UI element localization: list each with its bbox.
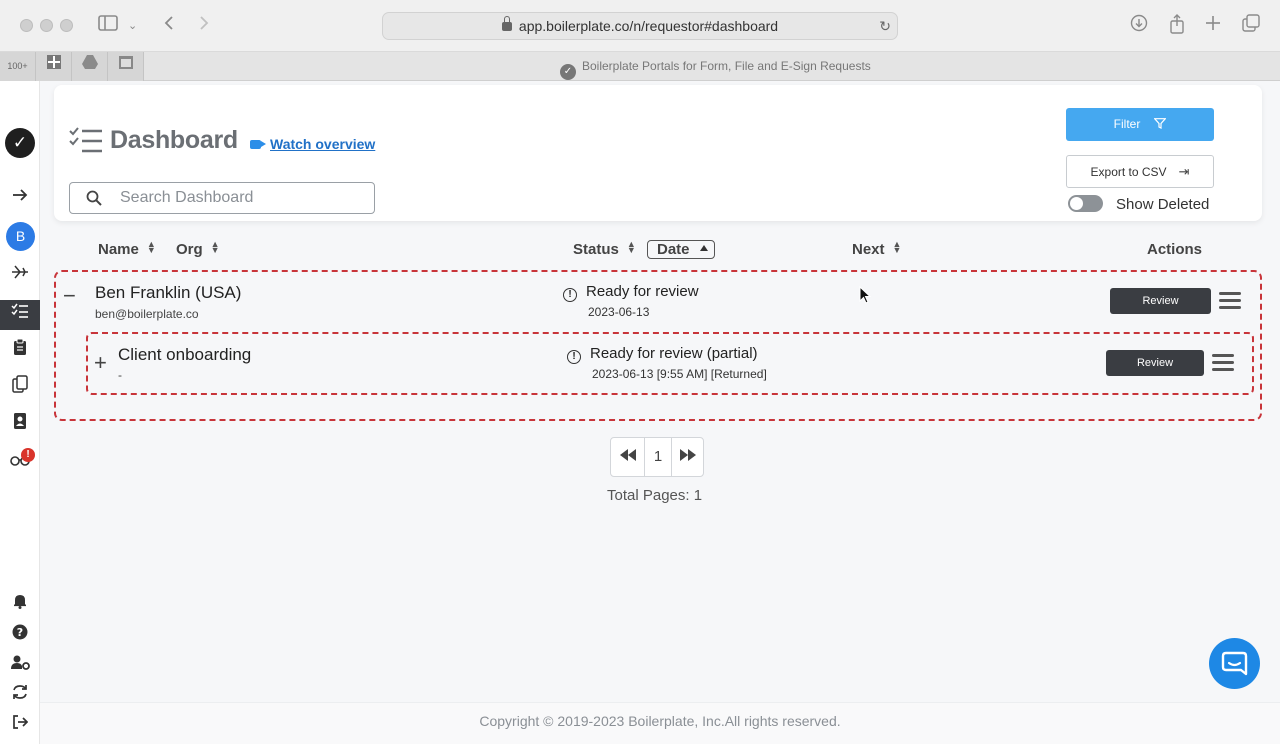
first-page-button[interactable] xyxy=(611,438,644,476)
sort-icon: ▲ ▼ xyxy=(210,239,220,255)
clipboard-icon[interactable] xyxy=(5,338,35,364)
row-menu-hamburger-icon[interactable] xyxy=(1219,292,1241,310)
mouse-cursor-icon xyxy=(859,286,871,304)
page-footer: Copyright © 2019-2023 Boilerplate, Inc.A… xyxy=(40,702,1280,744)
drive-icon xyxy=(81,55,98,69)
tab-overview-icon[interactable] xyxy=(1242,14,1260,39)
checklist-icon xyxy=(69,127,102,153)
lock-icon xyxy=(501,16,512,31)
row-date: 2023-06-13 [9:55 AM] [Returned] xyxy=(592,367,767,381)
grid-app-icon xyxy=(46,55,61,69)
export-csv-button[interactable]: Export to CSV ⇥ xyxy=(1066,155,1214,188)
avatar[interactable]: B xyxy=(6,222,35,251)
dashboard-header-card: Dashboard Watch overview Filter Export t… xyxy=(54,85,1262,221)
double-right-icon xyxy=(680,449,696,461)
review-button[interactable]: Review xyxy=(1106,350,1204,376)
search-input[interactable] xyxy=(120,183,365,213)
column-header-date[interactable]: Date xyxy=(647,240,715,259)
pagination: 1 xyxy=(610,437,704,477)
funnel-icon xyxy=(1154,118,1167,129)
column-header-name[interactable]: Name ▲ ▼ xyxy=(98,239,156,259)
zoom-window-button[interactable] xyxy=(60,19,73,32)
show-deleted-label: Show Deleted xyxy=(1116,196,1210,213)
info-circle-icon: ! xyxy=(567,350,581,364)
export-file-icon: ⇥ xyxy=(1178,164,1190,179)
pinned-tab-1[interactable]: 100+ xyxy=(0,52,36,81)
column-header-status[interactable]: Status ▲ ▼ xyxy=(573,239,636,259)
copyright-text: Copyright © 2019-2023 Boilerplate, Inc.A… xyxy=(479,713,841,729)
sort-icon: ▲ ▼ xyxy=(626,239,636,255)
logout-icon[interactable] xyxy=(5,713,35,739)
share-icon[interactable] xyxy=(1169,14,1185,41)
copy-files-icon[interactable] xyxy=(5,375,35,401)
sort-icon: ▲ ▼ xyxy=(146,239,156,255)
airplane-icon[interactable] xyxy=(5,263,35,289)
pinned-tab-3[interactable] xyxy=(72,52,108,81)
column-header-next[interactable]: Next ▲ ▼ xyxy=(852,239,902,259)
boilerplate-check-icon: ✓ xyxy=(560,64,576,80)
row-menu-hamburger-icon[interactable] xyxy=(1212,354,1234,372)
download-icon[interactable] xyxy=(1130,14,1148,39)
pinned-tab-4[interactable] xyxy=(108,52,144,81)
page-title: Dashboard xyxy=(110,126,238,154)
reload-icon[interactable]: ↻ xyxy=(879,13,891,39)
contact-book-icon[interactable] xyxy=(5,412,35,438)
notification-badge: ! xyxy=(21,448,35,462)
new-tab-icon[interactable] xyxy=(1205,14,1221,38)
show-deleted-toggle[interactable] xyxy=(1068,195,1103,212)
back-arrow-icon[interactable] xyxy=(163,14,175,38)
minimize-window-button[interactable] xyxy=(40,19,53,32)
collapse-row-button[interactable]: − xyxy=(63,283,76,309)
filter-button[interactable]: Filter xyxy=(1066,108,1214,141)
total-pages-text: Total Pages: 1 xyxy=(607,487,703,504)
review-button[interactable]: Review xyxy=(1110,288,1211,314)
sidebar-toggle-icon[interactable] xyxy=(98,14,118,38)
browser-window: ⌄ app.boilerplate.co/n/requestor#dashboa… xyxy=(0,0,1280,744)
column-header-actions: Actions xyxy=(1147,241,1203,258)
app-left-nav: ✓ B ! ? xyxy=(0,81,40,744)
row-name: Client onboarding xyxy=(118,345,252,364)
bell-icon[interactable] xyxy=(5,592,35,618)
row-status: ! Ready for review xyxy=(563,283,699,302)
current-page[interactable]: 1 xyxy=(645,438,671,476)
url-text: app.boilerplate.co/n/requestor#dashboard xyxy=(518,18,779,34)
svg-text:?: ? xyxy=(17,626,23,639)
chat-support-button[interactable] xyxy=(1209,638,1260,689)
chat-bubble-icon xyxy=(1221,651,1248,676)
arrow-right-icon[interactable] xyxy=(5,185,35,211)
row-org: - xyxy=(118,368,122,382)
active-tab-title[interactable]: ✓ Boilerplate Portals for Form, File and … xyxy=(560,59,871,80)
watch-overview-link[interactable]: Watch overview xyxy=(250,136,375,152)
video-camera-icon xyxy=(250,140,266,149)
address-bar[interactable]: app.boilerplate.co/n/requestor#dashboard… xyxy=(382,12,898,40)
row-status: ! Ready for review (partial) xyxy=(567,345,758,364)
user-settings-icon[interactable] xyxy=(5,653,35,679)
close-window-button[interactable] xyxy=(20,19,33,32)
nav-dashboard-item[interactable] xyxy=(0,300,40,330)
column-header-org[interactable]: Org ▲ ▼ xyxy=(176,239,220,259)
double-left-icon xyxy=(619,449,636,461)
calendar-icon xyxy=(118,56,133,69)
help-icon[interactable]: ? xyxy=(5,623,35,649)
search-box xyxy=(69,182,375,214)
boilerplate-logo-icon[interactable]: ✓ xyxy=(5,128,35,158)
expand-row-button[interactable]: + xyxy=(94,350,107,376)
row-name: Ben Franklin (USA) xyxy=(95,283,242,302)
search-icon xyxy=(86,190,102,206)
row-email: ben@boilerplate.co xyxy=(95,307,199,321)
last-page-button[interactable] xyxy=(672,438,704,476)
browser-tabbar: 100+ ✓ Boilerplate Portals for Form, File… xyxy=(0,52,1280,81)
browser-titlebar: ⌄ app.boilerplate.co/n/requestor#dashboa… xyxy=(0,0,1280,52)
checklist-icon xyxy=(11,303,28,318)
sort-icon: ▲ ▼ xyxy=(892,239,902,255)
sync-icon[interactable] xyxy=(5,683,35,709)
chevron-down-icon[interactable]: ⌄ xyxy=(128,14,137,38)
row-date: 2023-06-13 xyxy=(588,305,650,319)
sort-ascending-icon xyxy=(700,245,708,251)
forward-arrow-icon[interactable] xyxy=(198,14,210,38)
pinned-tab-2[interactable] xyxy=(36,52,72,81)
info-circle-icon: ! xyxy=(563,288,577,302)
